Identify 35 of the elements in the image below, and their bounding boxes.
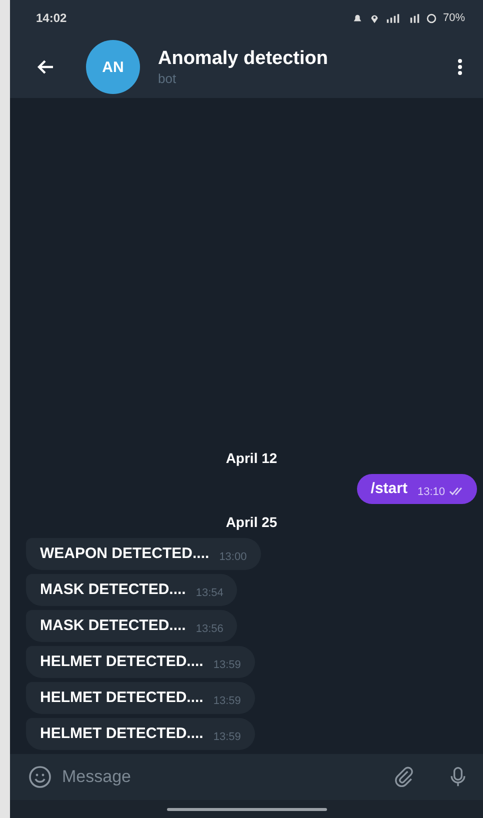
location-icon	[368, 12, 380, 24]
message-text: WEAPON DETECTED....	[40, 545, 210, 563]
message-text: HELMET DETECTED....	[40, 725, 204, 743]
chat-subtitle: bot	[158, 71, 178, 86]
signal-icon	[386, 12, 400, 24]
more-options-icon[interactable]	[457, 57, 463, 77]
battery-percent: 70%	[442, 12, 465, 24]
message-text: HELMET DETECTED....	[40, 689, 204, 707]
message-text: HELMET DETECTED....	[40, 653, 204, 671]
message-text: MASK DETECTED....	[40, 581, 186, 599]
message-time: 13:59	[213, 695, 241, 707]
home-indicator[interactable]	[166, 808, 326, 810]
message-text: /start	[370, 480, 408, 498]
message-bubble[interactable]: WEAPON DETECTED.... 13:00	[26, 538, 261, 570]
emoji-icon[interactable]	[28, 765, 52, 789]
message-field[interactable]: Message	[62, 761, 383, 793]
message-text: MASK DETECTED....	[40, 617, 186, 635]
message-time: 13:00	[219, 551, 247, 563]
message-bubble[interactable]: HELMET DETECTED.... 13:59	[26, 718, 255, 750]
message-time: 13:10	[417, 486, 445, 498]
message-time: 13:54	[196, 587, 224, 599]
message-bubble[interactable]: HELMET DETECTED.... 13:59	[26, 646, 255, 678]
alarm-icon	[352, 12, 363, 24]
date-label: April 12	[226, 450, 278, 466]
status-time: 14:02	[36, 11, 67, 25]
message-time: 13:56	[196, 623, 224, 635]
date-label: April 25	[226, 514, 278, 530]
message-bubble[interactable]: HELMET DETECTED.... 13:59	[26, 682, 255, 714]
message-time: 13:59	[213, 659, 241, 671]
paperclip-icon[interactable]	[393, 766, 415, 788]
message-bubble[interactable]: /start 13:10	[356, 474, 477, 504]
message-bubble[interactable]: MASK DETECTED.... 13:56	[26, 610, 238, 642]
message-time: 13:59	[213, 731, 241, 743]
message-bubble[interactable]: MASK DETECTED.... 13:54	[26, 574, 238, 606]
chat-title: Anomaly detection	[158, 48, 329, 70]
